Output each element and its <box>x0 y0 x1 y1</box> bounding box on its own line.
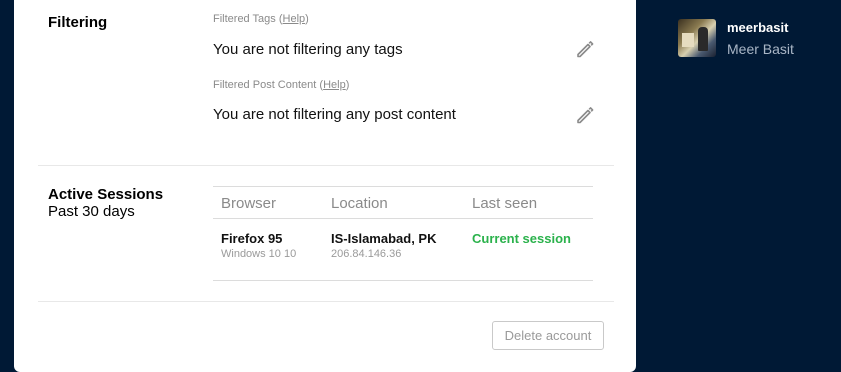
active-sessions-subtitle: Past 30 days <box>48 203 135 220</box>
edit-tags-pencil-icon[interactable] <box>575 39 595 59</box>
session-browser: Firefox 95 <box>221 231 283 246</box>
filtered-content-label-text: Filtered Post Content <box>213 79 317 91</box>
session-last-seen: Current session <box>472 231 571 246</box>
session-location: IS-Islamabad, PK <box>331 231 437 246</box>
column-header-last-seen: Last seen <box>472 195 538 212</box>
delete-account-button[interactable]: Delete account <box>492 321 604 350</box>
sessions-table-bottom-border <box>213 280 593 281</box>
filtered-tags-value: You are not filtering any tags <box>213 41 403 58</box>
column-header-location: Location <box>331 195 388 212</box>
filtered-content-value: You are not filtering any post content <box>213 106 456 123</box>
filtered-content-help-link[interactable]: Help <box>323 79 346 91</box>
active-sessions-heading: Active Sessions <box>48 186 164 203</box>
blog-title: Meer Basit <box>727 41 794 57</box>
edit-content-pencil-icon[interactable] <box>575 105 595 125</box>
filtered-tags-label-text: Filtered Tags <box>213 13 276 25</box>
session-ip: 206.84.146.36 <box>331 248 402 260</box>
section-divider <box>38 165 614 166</box>
session-os: Windows 10 10 <box>221 248 297 260</box>
section-divider <box>38 301 614 302</box>
filtered-tags-label: Filtered Tags (Help) <box>213 13 309 25</box>
sessions-table-top-border <box>213 186 593 187</box>
column-header-browser: Browser <box>221 195 277 212</box>
filtering-heading: Filtering <box>48 14 108 31</box>
filtered-content-label: Filtered Post Content (Help) <box>213 79 350 91</box>
settings-card: Filtering Filtered Tags (Help) You are n… <box>14 0 636 372</box>
sessions-table-header-border <box>213 218 593 219</box>
blog-name[interactable]: meerbasit <box>727 20 788 35</box>
avatar[interactable] <box>678 19 716 57</box>
filtered-tags-help-link[interactable]: Help <box>283 13 306 25</box>
